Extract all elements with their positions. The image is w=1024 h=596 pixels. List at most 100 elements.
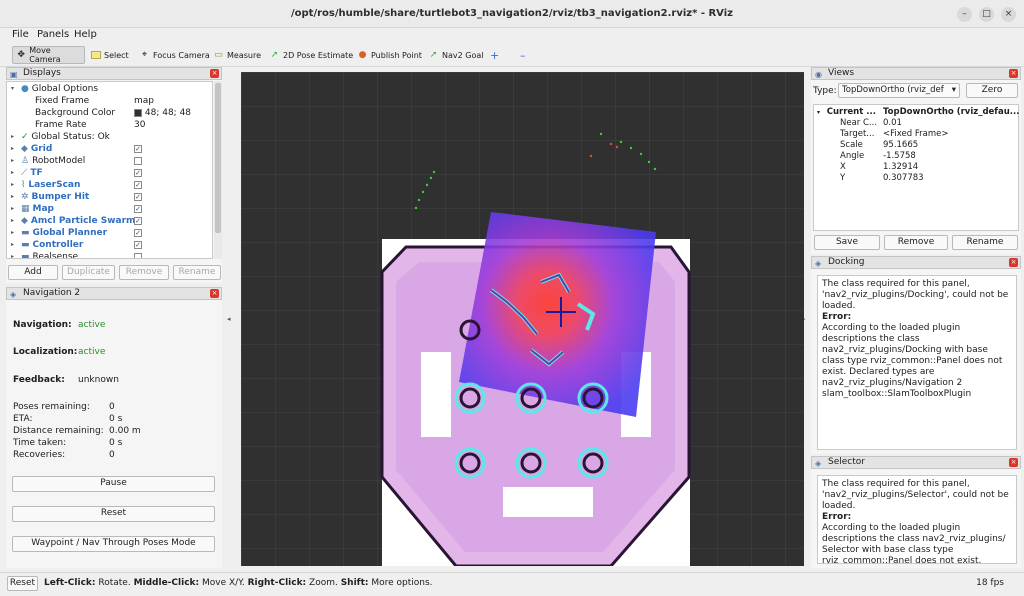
type-label: Type: — [813, 86, 837, 96]
chevron-right-icon: ▸ — [11, 157, 15, 164]
robot-icon: ♙ — [21, 156, 30, 166]
display-item-checkbox[interactable]: ✓ — [134, 193, 142, 201]
measure-tool[interactable]: ▭ Measure — [210, 46, 264, 64]
display-item-checkbox[interactable] — [134, 253, 142, 258]
minimize-button[interactable]: – — [957, 7, 972, 22]
publish-point-tool[interactable]: ● Publish Point — [354, 46, 425, 64]
scrollbar-thumb[interactable] — [215, 83, 221, 233]
docking-error-details: According to the loaded plugin descripti… — [822, 323, 1003, 399]
rename-view-button[interactable]: Rename — [952, 235, 1018, 250]
status-bar: Reset Left-Click: Rotate. Middle-Click: … — [0, 572, 1024, 596]
publish-point-label: Publish Point — [371, 50, 422, 60]
left-click-text: Rotate. — [95, 578, 134, 588]
zero-button[interactable]: Zero — [966, 83, 1018, 98]
display-item-label: RobotModel — [32, 156, 86, 166]
add-display-button[interactable]: Add — [8, 265, 58, 280]
status-reset-button[interactable]: Reset — [7, 576, 38, 591]
maximize-button[interactable]: □ — [979, 7, 994, 22]
localization-label: Localization: — [13, 347, 78, 357]
waypoint-mode-button[interactable]: Waypoint / Nav Through Poses Mode — [12, 536, 215, 552]
fixed-frame-value[interactable]: map — [134, 95, 154, 107]
chevron-right-icon: ▸ — [11, 205, 15, 212]
navigation-panel: ◈ Navigation 2 × Navigation: active Loca… — [6, 287, 222, 568]
display-item[interactable]: ▸ ✲ Bumper Hit — [11, 191, 89, 203]
tree-global-status[interactable]: ▸ ✓ Global Status: Ok — [11, 131, 110, 143]
view-prop-value[interactable]: 95.1665 — [883, 140, 918, 151]
render-viewport[interactable] — [241, 72, 804, 566]
display-item[interactable]: ▸ ⌇ LaserScan — [11, 179, 80, 191]
close-icon[interactable]: × — [210, 69, 219, 78]
reset-button[interactable]: Reset — [12, 506, 215, 522]
nav-stat-value: 0 — [109, 402, 115, 412]
display-item-checkbox[interactable]: ✓ — [134, 169, 142, 177]
nav2-goal-tool[interactable]: ➚ Nav2 Goal — [425, 46, 486, 64]
measure-label: Measure — [227, 50, 261, 60]
view-prop-value[interactable]: 0.307783 — [883, 173, 924, 184]
display-item[interactable]: ▸ ◆ Grid — [11, 143, 52, 155]
display-item-checkbox[interactable]: ✓ — [134, 181, 142, 189]
select-tool[interactable]: Select — [88, 46, 132, 64]
duplicate-display-button[interactable]: Duplicate — [62, 265, 115, 280]
current-view-label: Current ... — [826, 107, 876, 117]
close-icon[interactable]: × — [1009, 258, 1018, 267]
close-icon[interactable]: × — [1009, 458, 1018, 467]
save-view-button[interactable]: Save — [814, 235, 880, 250]
view-prop-value[interactable]: <Fixed Frame> — [883, 129, 948, 140]
display-item-checkbox[interactable]: ✓ — [134, 145, 142, 153]
display-item[interactable]: ▸ ◆ Amcl Particle Swarm — [11, 215, 135, 227]
display-item-checkbox[interactable]: ✓ — [134, 217, 142, 225]
close-icon[interactable]: × — [210, 289, 219, 298]
add-tool-button[interactable]: + — [487, 46, 502, 64]
fps-counter: 18 fps — [976, 578, 1004, 588]
tree-global-options[interactable]: ▾ ● Global Options — [11, 83, 98, 95]
pause-button[interactable]: Pause — [12, 476, 215, 492]
remove-display-button[interactable]: Remove — [119, 265, 169, 280]
left-splitter-arrow[interactable]: ◂ — [227, 315, 231, 323]
display-item[interactable]: ▸ ▬ Controller — [11, 239, 83, 251]
view-prop-value[interactable]: -1.5758 — [883, 151, 916, 162]
localization-status: active — [78, 347, 106, 357]
view-prop-value[interactable]: 1.32914 — [883, 162, 918, 173]
remove-view-button[interactable]: Remove — [884, 235, 948, 250]
nav-stat-value: 0.00 m — [109, 426, 141, 436]
docking-error-intro: The class required for this panel, 'nav2… — [822, 279, 1009, 311]
remove-tool-button[interactable]: – — [517, 46, 529, 64]
bg-color-value: 48; 48; 48 — [144, 108, 192, 118]
right-click-text: Zoom. — [306, 578, 341, 588]
rename-display-button[interactable]: Rename — [173, 265, 221, 280]
display-item[interactable]: ▸ ▬ Global Planner — [11, 227, 107, 239]
menu-file[interactable]: File — [12, 29, 29, 40]
panel-icon: ◈ — [815, 459, 822, 468]
display-item[interactable]: ▸ ▦ Map — [11, 203, 54, 215]
view-prop-value[interactable]: 0.01 — [883, 118, 902, 129]
current-view-row[interactable]: ▾ Current ... — [817, 107, 876, 118]
display-item-label: Controller — [32, 240, 84, 250]
close-button[interactable]: × — [1001, 7, 1016, 22]
menu-help[interactable]: Help — [74, 29, 97, 40]
move-camera-tool[interactable]: ✥ Move Camera — [12, 46, 85, 64]
folder-icon: ▬ — [21, 228, 30, 238]
display-item[interactable]: ▸ ♙ RobotModel — [11, 155, 85, 167]
focus-camera-tool[interactable]: ⌖ Focus Camera — [136, 46, 213, 64]
view-type-select[interactable]: TopDownOrtho (rviz_def ▾ — [838, 83, 960, 98]
display-item-label: Realsense — [32, 252, 79, 259]
menu-panels[interactable]: Panels — [37, 29, 69, 40]
chevron-right-icon: ▸ — [11, 133, 15, 140]
display-item-checkbox[interactable]: ✓ — [134, 229, 142, 237]
selector-panel: ◈ Selector × The class required for this… — [811, 456, 1021, 568]
frame-rate-value[interactable]: 30 — [134, 119, 145, 131]
display-item-checkbox[interactable]: ✓ — [134, 241, 142, 249]
display-item[interactable]: ▸ ⟋ TF — [11, 167, 43, 179]
view-prop-label: Angle — [840, 151, 865, 161]
feedback-value: unknown — [78, 375, 119, 385]
close-icon[interactable]: × — [1009, 69, 1018, 78]
chevron-down-icon: ▾ — [817, 109, 821, 116]
pose-estimate-tool[interactable]: ➚ 2D Pose Estimate — [266, 46, 356, 64]
pose-estimate-label: 2D Pose Estimate — [283, 50, 354, 60]
displays-scrollbar[interactable] — [214, 81, 222, 259]
display-item-checkbox[interactable]: ✓ — [134, 205, 142, 213]
select-label: Select — [104, 50, 129, 60]
display-item[interactable]: ▸ ▬ Realsense — [11, 251, 79, 259]
display-item-checkbox[interactable] — [134, 157, 142, 165]
bg-color-field[interactable]: 48; 48; 48 — [134, 107, 191, 119]
